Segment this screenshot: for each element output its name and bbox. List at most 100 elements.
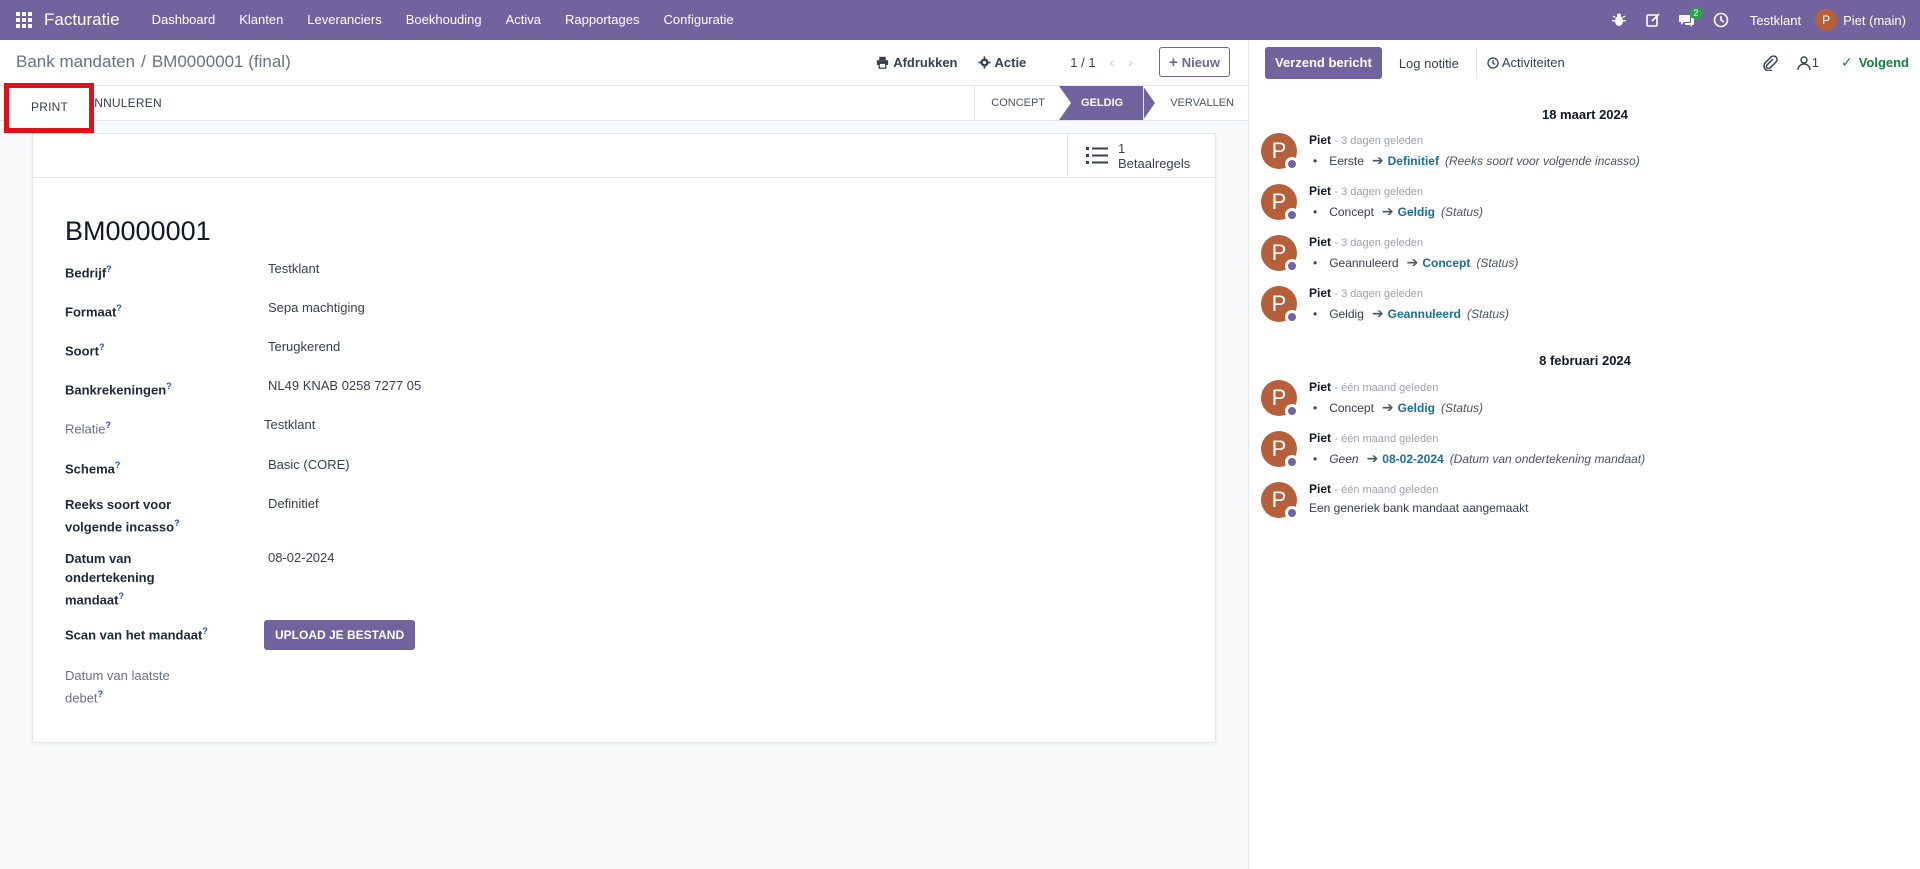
field-value-bankrekeningen[interactable]: NL49 KNAB 0258 7277 05 xyxy=(268,378,421,393)
user-menu[interactable]: P Piet (main) xyxy=(1815,9,1920,31)
action-menu-button[interactable]: Actie xyxy=(977,55,1026,70)
field-value-formaat[interactable]: Sepa machtiging xyxy=(268,300,365,315)
new-record-label: Nieuw xyxy=(1181,54,1220,70)
message-date: - 3 dagen geleden xyxy=(1334,237,1424,249)
author-name[interactable]: Piet xyxy=(1309,235,1331,249)
clock-icon xyxy=(1487,56,1499,69)
field-value-reeks-soort[interactable]: Definitief xyxy=(268,496,319,511)
author-avatar[interactable]: P xyxy=(1261,431,1299,469)
payment-lines-smart-button[interactable]: 1 Betaalregels xyxy=(1067,134,1215,178)
menu-item-leveranciers[interactable]: Leveranciers xyxy=(295,0,393,40)
field-value-datum-ondertekening[interactable]: 08-02-2024 xyxy=(268,550,335,565)
message-text: Een generiek bank mandaat aangemaakt xyxy=(1309,501,1529,515)
old-value: Geen xyxy=(1329,451,1359,466)
apps-menu-icon[interactable] xyxy=(0,0,48,40)
author-avatar[interactable]: P xyxy=(1261,380,1299,418)
upload-file-button[interactable]: UPLOAD JE BESTAND xyxy=(264,620,416,650)
author-name[interactable]: Piet xyxy=(1309,482,1331,496)
menu-item-activa[interactable]: Activa xyxy=(494,0,553,40)
new-value: Definitief xyxy=(1387,153,1439,168)
menu-item-dashboard[interactable]: Dashboard xyxy=(140,0,228,40)
chevron-left-icon[interactable]: ‹ xyxy=(1110,54,1115,70)
message-item: P Piet - één maand geleden Een generiek … xyxy=(1261,482,1901,530)
edit-icon[interactable] xyxy=(1636,0,1670,40)
paperclip-icon[interactable] xyxy=(1762,54,1778,71)
check-icon: ✓ xyxy=(1840,54,1853,70)
message-author: Piet - 3 dagen geleden xyxy=(1309,235,1423,249)
list-icon xyxy=(1086,147,1108,164)
menu-item-rapportages[interactable]: Rapportages xyxy=(553,0,651,40)
user-avatar: P xyxy=(1815,9,1838,31)
message-author: Piet - één maand geleden xyxy=(1309,380,1438,394)
app-name[interactable]: Facturatie xyxy=(44,10,120,30)
smart-button-box: 1 Betaalregels xyxy=(33,134,1215,178)
menu-item-configuratie[interactable]: Configuratie xyxy=(652,0,746,40)
help-icon[interactable]: ? xyxy=(116,303,122,313)
field-label: Schema? xyxy=(65,460,121,477)
clock-icon[interactable] xyxy=(1704,0,1738,40)
author-avatar[interactable]: P xyxy=(1261,482,1299,520)
breadcrumb-parent[interactable]: Bank mandaten xyxy=(16,52,135,71)
stage-geldig[interactable]: GELDIG xyxy=(1059,86,1156,120)
pager-value[interactable]: 1 / 1 xyxy=(1070,55,1095,70)
arrow-right-icon: ➔ xyxy=(1381,203,1394,219)
new-record-button[interactable]: + Nieuw xyxy=(1158,47,1230,77)
help-icon[interactable]: ? xyxy=(99,342,105,352)
help-icon[interactable]: ? xyxy=(98,689,104,699)
print-menu-button[interactable]: Afdrukken xyxy=(876,54,958,70)
help-icon[interactable]: ? xyxy=(105,420,111,430)
breadcrumb-current: BM0000001 (final) xyxy=(151,52,291,71)
cancel-button[interactable]: ANNULEREN xyxy=(86,86,162,120)
help-icon[interactable]: ? xyxy=(106,264,112,274)
gear-icon xyxy=(977,55,991,69)
field-value-bedrijf[interactable]: Testklant xyxy=(268,261,319,276)
new-value: Geldig xyxy=(1397,204,1435,219)
field-value-schema[interactable]: Basic (CORE) xyxy=(268,457,350,472)
field-label: Relatie? xyxy=(65,420,111,437)
tracking-value: • Concept ➔ Geldig (Status) xyxy=(1313,399,1483,415)
help-icon[interactable]: ? xyxy=(202,626,208,636)
author-name[interactable]: Piet xyxy=(1309,133,1331,147)
chatter-topbar: Verzend bericht Log notitie Activiteiten… xyxy=(1249,40,1920,85)
author-avatar[interactable]: P xyxy=(1261,184,1299,222)
activities-button[interactable]: Activiteiten xyxy=(1475,46,1575,79)
message-author: Piet - één maand geleden xyxy=(1309,482,1438,496)
tracking-value: • Concept ➔ Geldig (Status) xyxy=(1313,203,1483,219)
help-icon[interactable]: ? xyxy=(118,591,124,601)
stage-vervallen[interactable]: VERVALLEN xyxy=(1143,86,1248,120)
stage-concept[interactable]: CONCEPT xyxy=(974,86,1059,120)
help-icon[interactable]: ? xyxy=(115,460,121,470)
menu-item-klanten[interactable]: Klanten xyxy=(227,0,295,40)
top-navbar: Facturatie Dashboard Klanten Leverancier… xyxy=(0,0,1920,40)
print-menu-label: Afdrukken xyxy=(893,54,958,70)
company-switcher[interactable]: Testklant xyxy=(1738,13,1815,28)
author-avatar[interactable]: P xyxy=(1261,133,1299,171)
author-avatar[interactable]: P xyxy=(1261,235,1299,273)
author-name[interactable]: Piet xyxy=(1309,286,1331,300)
author-name[interactable]: Piet xyxy=(1309,431,1331,445)
chat-icon[interactable]: 2 xyxy=(1670,0,1704,40)
followers-button[interactable]: 1 xyxy=(1796,55,1819,71)
author-avatar[interactable]: P xyxy=(1261,286,1299,324)
author-name[interactable]: Piet xyxy=(1309,184,1331,198)
help-icon[interactable]: ? xyxy=(174,518,180,528)
printer-icon xyxy=(877,56,889,69)
chevron-right-icon[interactable]: › xyxy=(1128,54,1133,70)
payment-lines-label: Betaalregels xyxy=(1118,156,1191,171)
field-label: Reeks soort voor volgende incasso? xyxy=(65,497,180,535)
author-name[interactable]: Piet xyxy=(1309,380,1331,394)
message-item: P Piet - 3 dagen geleden • Concept ➔ Geldig… xyxy=(1261,184,1901,232)
message-date: - 3 dagen geleden xyxy=(1334,288,1424,300)
menu-item-boekhouding[interactable]: Boekhouding xyxy=(394,0,494,40)
field-value-soort[interactable]: Terugkerend xyxy=(268,339,340,354)
field-value-relatie: Testklant xyxy=(264,417,316,432)
send-message-button[interactable]: Verzend bericht xyxy=(1265,46,1382,79)
print-button[interactable]: PRINT xyxy=(4,83,94,133)
pager: 1 / 1 ‹ › xyxy=(1070,54,1133,70)
payment-lines-count: 1 xyxy=(1118,141,1126,156)
help-icon[interactable]: ? xyxy=(166,381,172,391)
log-note-button[interactable]: Log notitie xyxy=(1388,47,1470,79)
chatter-panel: Verzend bericht Log notitie Activiteiten… xyxy=(1248,40,1920,869)
bug-icon[interactable] xyxy=(1602,0,1636,40)
follow-button[interactable]: ✓ Volgend xyxy=(1841,54,1909,71)
